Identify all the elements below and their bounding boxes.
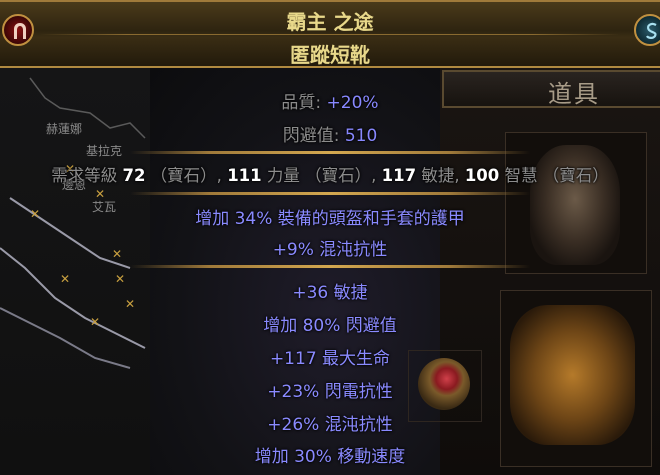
req-str: 111 <box>227 166 262 185</box>
separator <box>130 151 530 154</box>
quality-value: +20% <box>326 93 379 113</box>
tooltip-body: 品質: +20% 閃避值: 510 需求等級 72 （寶石）, 111 力量 （… <box>0 68 660 475</box>
req-dex: 117 <box>381 166 417 185</box>
explicit-mod: +36 敏捷 <box>292 283 368 303</box>
evasion-value: 510 <box>344 126 378 146</box>
req-int-label: 智慧 （寶石） <box>499 166 609 185</box>
req-dex-label: 敏捷, <box>416 166 465 185</box>
explicit-mod: 增加 80% 閃避值 <box>263 316 397 336</box>
req-level: 72 <box>122 166 146 185</box>
item-base-type: 匿蹤短靴 <box>290 43 370 67</box>
item-name: 霸主 之途 <box>286 10 374 34</box>
explicit-mod: +23% 閃電抗性 <box>267 382 393 402</box>
quality-label: 品質: <box>281 93 327 113</box>
explicit-mod: +117 最大生命 <box>269 349 391 369</box>
req-str-label: 力量 （寶石）, <box>261 166 382 185</box>
implicit-mod: +9% 混沌抗性 <box>272 240 388 260</box>
separator <box>130 192 530 195</box>
req-level-suffix: （寶石）, <box>145 166 228 185</box>
separator <box>130 265 530 268</box>
explicit-mod: +26% 混沌抗性 <box>267 415 393 435</box>
req-int: 100 <box>464 166 500 185</box>
item-tooltip: 霸主 之途 匿蹤短靴 品質: +20% 閃避值: 510 需求等級 72 （寶石… <box>0 0 660 475</box>
requirements-line: 需求等級 72 （寶石）, 111 力量 （寶石）, 117 敏捷, 100 智… <box>0 162 660 186</box>
implicit-mod: 增加 34% 裝備的頭盔和手套的護甲 <box>195 209 465 229</box>
evasion-label: 閃避值: <box>282 126 345 146</box>
quality-line: 品質: +20% <box>0 88 660 113</box>
req-prefix: 需求等級 <box>51 166 123 185</box>
evasion-line: 閃避值: 510 <box>0 121 660 146</box>
explicit-mod: 增加 30% 移動速度 <box>254 447 406 467</box>
